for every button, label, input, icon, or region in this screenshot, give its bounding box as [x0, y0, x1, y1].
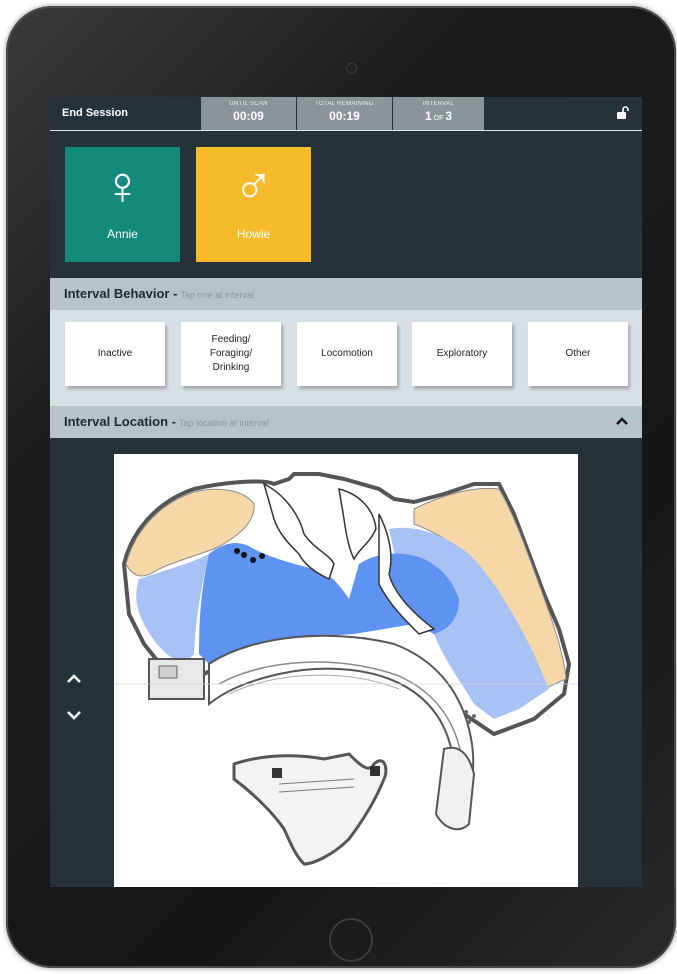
behavior-button-feeding[interactable]: Feeding/ Foraging/ Drinking [181, 322, 281, 386]
location-header: Interval Location - Tap location at inter… [50, 406, 642, 438]
total-remaining-label: TOTAL REMAINING [315, 101, 374, 107]
animal-tile-annie[interactable]: ♀ Annie [65, 147, 180, 262]
home-button[interactable] [329, 918, 373, 962]
behavior-button-inactive[interactable]: Inactive [65, 322, 165, 386]
animal-name: Howie [236, 227, 271, 241]
interval-total: 3 [445, 109, 453, 123]
behavior-header: Interval Behavior - Tap one at interval [50, 278, 642, 310]
animal-name: Annie [107, 227, 138, 241]
top-bar: End Session UNTIL SCAN 00:09 TOTAL REMAI… [50, 97, 642, 131]
scroll-up-icon[interactable] [66, 672, 82, 684]
until-scan-timer: UNTIL SCAN 00:09 [201, 97, 296, 130]
female-icon: ♀ [102, 156, 143, 216]
behavior-title: Interval Behavior - Tap one at interval [64, 286, 254, 301]
behavior-hint: Tap one at interval [180, 290, 254, 300]
chevron-up-icon[interactable] [616, 416, 628, 426]
end-session-button[interactable]: End Session [62, 107, 128, 119]
app-screen: End Session UNTIL SCAN 00:09 TOTAL REMAI… [50, 97, 642, 887]
until-scan-label: UNTIL SCAN [229, 101, 268, 107]
camera [346, 63, 357, 74]
location-hint: Tap location at interval [178, 418, 269, 428]
interval-current: 1 [424, 109, 432, 123]
behavior-button-row: Inactive Feeding/ Foraging/ Drinking Loc… [50, 310, 642, 406]
interval-of: OF [433, 115, 444, 122]
enclosure-map[interactable] [114, 454, 578, 887]
unlock-icon[interactable] [616, 106, 630, 120]
location-title-text: Interval Location - [64, 414, 176, 429]
interval-value: 1 OF 3 [393, 109, 484, 123]
behavior-button-exploratory[interactable]: Exploratory [412, 322, 512, 386]
total-remaining-value: 00:19 [329, 109, 360, 123]
enclosure-map-drawing [114, 472, 578, 866]
until-scan-value: 00:09 [233, 109, 264, 123]
behavior-title-text: Interval Behavior - [64, 286, 178, 301]
interval-label: INTERVAL [422, 101, 455, 107]
scroll-down-icon[interactable] [66, 709, 82, 721]
total-remaining-timer: TOTAL REMAINING 00:19 [297, 97, 392, 130]
behavior-button-locomotion[interactable]: Locomotion [297, 322, 397, 386]
behavior-button-other[interactable]: Other [528, 322, 628, 386]
location-title: Interval Location - Tap location at inter… [64, 414, 269, 429]
animal-tile-howie[interactable]: ♂ Howie [196, 147, 311, 262]
male-icon: ♂ [233, 156, 274, 216]
interval-counter: INTERVAL 1 OF 3 [393, 97, 484, 130]
